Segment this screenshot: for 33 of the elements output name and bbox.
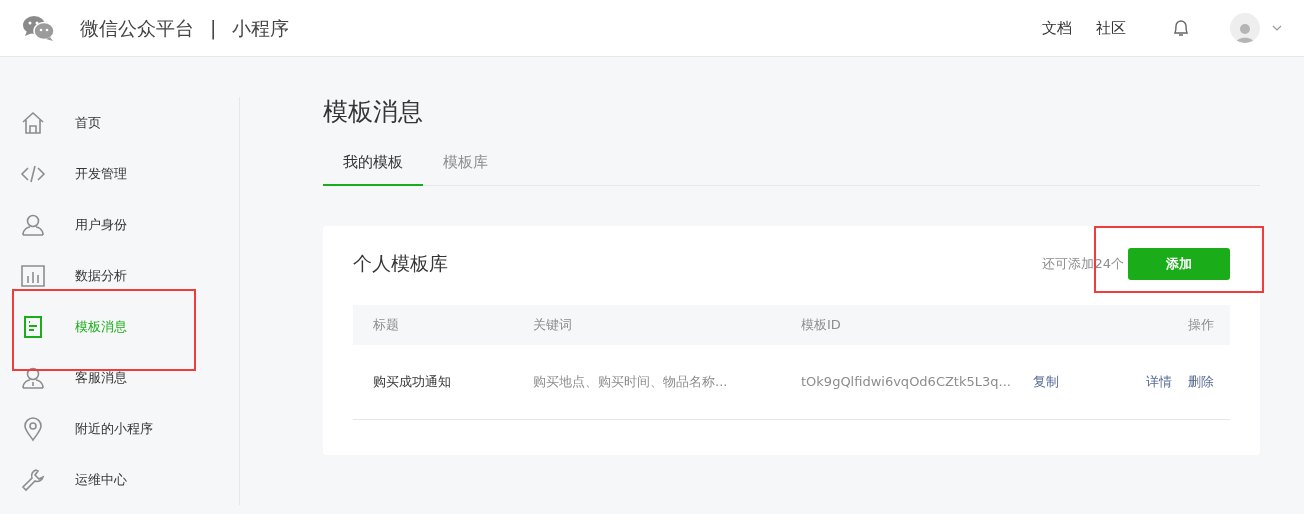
table-cell-text: 购买成功通知 [372,372,452,391]
header-link[interactable]: 社区 [1096,16,1126,40]
sidebar-item[interactable]: 运维中心 [0,454,239,505]
brand-name: 微信公众平台 [80,15,194,41]
column-header: 模板ID [801,315,842,334]
column-header: 标题 [372,315,400,334]
tab[interactable]: 我的模板 [323,151,423,186]
action-link[interactable]: 删除 [1188,371,1214,392]
header-link[interactable]: 文档 [1042,16,1072,40]
chevron-down-icon[interactable] [1272,25,1282,31]
column-header: 关键词 [533,315,573,334]
copy-link[interactable]: 复制 [1033,371,1059,392]
table-cell-text: 购买地点、购买时间、物品名称... [533,372,729,391]
product-name: 小程序 [232,15,290,41]
sidebar-item[interactable]: 数据分析 [0,250,239,301]
remaining-count: 还可添加24个 [1042,254,1124,273]
table-cell-text: tOk9gQlfidwi6vqOd6CZtk5L3q... [801,372,1012,391]
sidebar-item[interactable]: 开发管理 [0,148,239,199]
wrench-icon [20,466,46,493]
sidebar-item[interactable]: 附近的小程序 [0,403,239,454]
column-header: 操作 [1187,315,1215,334]
card-title: 个人模板库 [353,251,448,277]
home-icon [20,109,46,136]
action-link[interactable]: 详情 [1146,371,1172,392]
page-title: 模板消息 [323,97,424,127]
bar-chart-icon [20,262,46,289]
chat-bubbles-icon [22,14,56,42]
sidebar-item[interactable]: 用户身份 [0,199,239,250]
bell-icon[interactable] [1172,18,1190,38]
avatar-icon[interactable] [1230,13,1260,43]
sidebar-item[interactable]: 首页 [0,97,239,148]
title-separator: | [210,15,217,42]
sidebar-item[interactable]: 客服消息 [0,352,239,403]
